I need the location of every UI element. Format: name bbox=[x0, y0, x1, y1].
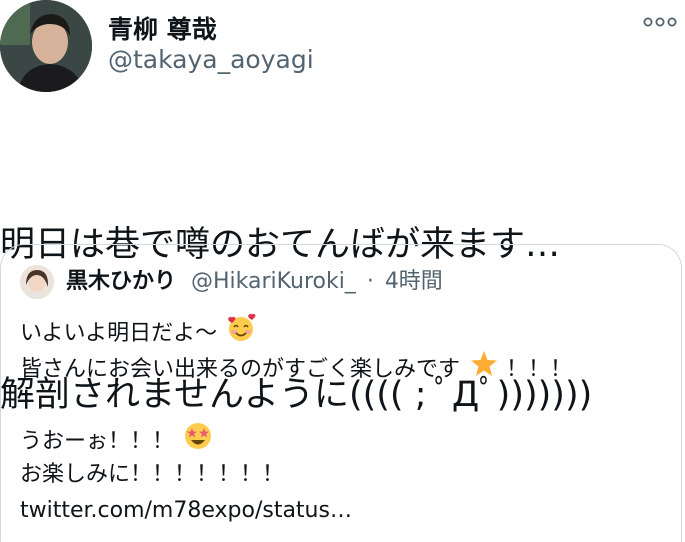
quoted-author-handle[interactable]: @HikariKuroki_ bbox=[191, 269, 356, 294]
quoted-text-line: うおーぉ！！！ bbox=[20, 421, 572, 457]
avatar-photo bbox=[0, 0, 92, 92]
more-dots-icon[interactable] bbox=[643, 14, 677, 30]
quoted-avatar-photo bbox=[20, 265, 54, 299]
star-icon bbox=[469, 349, 499, 391]
quoted-timestamp[interactable]: 4時間 bbox=[385, 269, 443, 294]
quoted-tweet-link[interactable]: twitter.com/m78expo/status… bbox=[20, 493, 572, 529]
tweet: 青柳 尊哉 @takaya_aoyagi 明日は巷で噂のおてんばが来ます… 解剖… bbox=[0, 0, 685, 542]
quoted-tweet-header: 黒木ひかり @HikariKuroki_ · 4時間 bbox=[66, 265, 443, 299]
meta-separator: · bbox=[366, 269, 374, 294]
quoted-text-line: いよいよ明日だよ〜 bbox=[20, 313, 572, 349]
quoted-tweet-text: いよいよ明日だよ〜 皆さんにお会い出来るのがすごく楽しみです ！！！ うおーぉ！… bbox=[20, 313, 572, 529]
quoted-author-name[interactable]: 黒木ひかり bbox=[66, 269, 176, 294]
quoted-text: いよいよ明日だよ〜 bbox=[20, 321, 218, 346]
quoted-text: うおーぉ！！！ bbox=[20, 429, 175, 454]
quoted-tweet-card[interactable]: 黒木ひかり @HikariKuroki_ · 4時間 いよいよ明日だよ〜 皆さん… bbox=[0, 244, 682, 542]
quoted-text-line: 皆さんにお会い出来るのがすごく楽しみです ！！！ bbox=[20, 349, 572, 385]
quoted-text-after: ！！！ bbox=[506, 357, 573, 382]
quoted-text: 皆さんにお会い出来るのがすごく楽しみです bbox=[20, 357, 461, 382]
author-avatar[interactable] bbox=[0, 0, 92, 92]
author-display-name[interactable]: 青柳 尊哉 bbox=[108, 10, 217, 46]
quoted-author-avatar[interactable] bbox=[20, 265, 54, 299]
author-handle[interactable]: @takaya_aoyagi bbox=[108, 45, 314, 74]
quoted-text-line: お楽しみに！！！！！！！ bbox=[20, 462, 285, 487]
